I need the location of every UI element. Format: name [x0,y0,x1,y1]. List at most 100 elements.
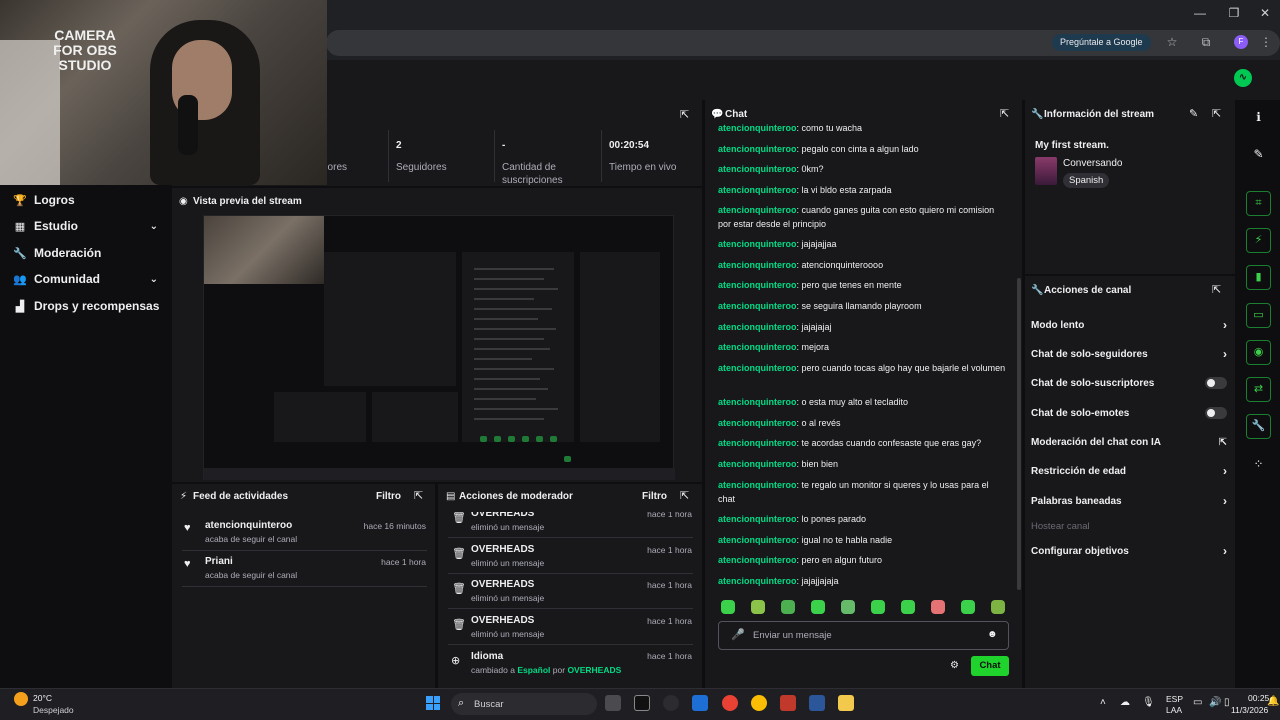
emote-icon[interactable] [841,600,855,614]
menu-kebab-icon[interactable]: ⋮ [1258,34,1274,50]
emote-icon[interactable] [991,600,1005,614]
chat-username[interactable]: atencionquinteroo [718,342,797,352]
mod-action-user[interactable]: OVERHEADS [471,544,534,555]
chat-username[interactable]: atencionquinteroo [718,535,797,545]
chat-message[interactable]: atencionquinteroo: pero que tenes en men… [718,278,1008,292]
mod-popout-icon[interactable]: ⇱ [680,489,689,502]
external-link-icon[interactable]: ⇱ [1219,437,1227,448]
chat-username[interactable]: atencionquinteroo [718,301,797,311]
activity-filter-button[interactable]: Filtro [376,491,401,502]
chat-username[interactable]: atencionquinteroo [718,123,797,133]
mod-filter-button[interactable]: Filtro [642,491,667,502]
chat-username[interactable]: atencionquinteroo [718,363,797,373]
volume-icon[interactable]: 🔊 [1209,697,1221,708]
channel-action-chat-de-solo-seguidores[interactable]: Chat de solo-seguidores › [1031,347,1227,361]
channel-action-chat-de-solo-emotes[interactable]: Chat de solo-emotes [1031,407,1227,419]
chat-username[interactable]: atencionquinteroo [718,280,797,290]
chat-settings-icon[interactable]: ⚙ [950,660,959,671]
chat-message[interactable]: atencionquinteroo: jajajjajaja [718,574,1008,588]
emote-icon[interactable] [781,600,795,614]
chat-username[interactable]: atencionquinteroo [718,185,797,195]
chat-message[interactable]: atencionquinteroo: jajajajaj [718,320,1008,334]
chat-message[interactable]: atencionquinteroo: bien bien [718,457,1008,471]
stream-preview-video[interactable] [203,215,675,480]
stream-category[interactable]: Conversando [1063,158,1122,169]
mod-action-user[interactable]: OVERHEADS [471,579,534,590]
add-action-icon[interactable]: ⁘ [1246,452,1271,477]
sidebar-item-drops-y-recompensas[interactable]: ▟ Drops y recompensas [12,295,162,317]
channel-action-palabras-baneadas[interactable]: Palabras baneadas › [1031,494,1227,508]
activity-user[interactable]: Priani [205,556,233,567]
raid-icon[interactable]: ⇄ [1246,377,1271,402]
chat-message[interactable]: atencionquinteroo: como tu wacha [718,121,1008,135]
chat-username[interactable]: atencionquinteroo [718,459,797,469]
chat-username[interactable]: atencionquinteroo [718,322,797,332]
emote-icon[interactable] [961,600,975,614]
chevron-right-icon[interactable]: › [1223,347,1227,361]
mod-wrench-icon[interactable]: 🔧 [1246,414,1271,439]
lang-top[interactable]: ESP [1166,694,1183,704]
chat-message[interactable]: atencionquinteroo: se seguira llamando p… [718,299,1008,313]
chat-message[interactable]: atencionquinteroo: pero cuando tocas alg… [718,361,1008,375]
onedrive-icon[interactable]: ☁ [1120,697,1130,708]
channel-action-moderaci-n-del-chat-con-ia[interactable]: Moderación del chat con IA ⇱ [1031,437,1227,448]
minimize-icon[interactable]: — [1185,6,1215,20]
tray-chevron-icon[interactable]: ˄ [1100,697,1106,708]
channel-action-configurar-objetivos[interactable]: Configurar objetivos › [1031,544,1227,558]
maximize-icon[interactable]: ❐ [1219,6,1249,20]
chat-message[interactable]: atencionquinteroo: o al revés [718,416,1008,430]
channel-actions-popout-icon[interactable]: ⇱ [1212,283,1221,296]
ad-lightning-icon[interactable]: ⚡ [1246,228,1271,253]
chevron-right-icon[interactable]: › [1223,464,1227,478]
stream-info-popout-icon[interactable]: ⇱ [1212,107,1221,120]
chat-username[interactable]: atencionquinteroo [718,418,797,428]
chat-username[interactable]: atencionquinteroo [718,480,797,490]
chat-rail-icon[interactable]: ▭ [1246,303,1271,328]
category-thumbnail[interactable] [1035,157,1057,185]
chat-username[interactable]: atencionquinteroo [718,555,797,565]
profile-avatar[interactable]: F [1234,35,1248,49]
emote-icon[interactable] [721,600,735,614]
chat-message[interactable]: atencionquinteroo: igual no te habla nad… [718,533,1008,547]
live-activity-icon[interactable]: ∿ [1234,69,1252,87]
word-icon[interactable] [809,695,825,711]
emote-icon[interactable] [811,600,825,614]
weather-sun-icon[interactable] [14,692,28,706]
broadcast-icon[interactable]: ◉ [1246,340,1271,365]
chat-username[interactable]: atencionquinteroo [718,144,797,154]
chrome-icon[interactable] [722,695,738,711]
chat-message[interactable]: atencionquinteroo: pegalo con cinta a al… [718,142,1008,156]
stream-tag[interactable]: Spanish [1063,173,1110,188]
mod-action-user[interactable]: OVERHEADS [471,615,534,626]
chat-scrollbar[interactable] [1017,278,1021,590]
chat-username[interactable]: atencionquinteroo [718,397,797,407]
activity-user[interactable]: atencionquinteroo [205,520,292,531]
chat-message[interactable]: atencionquinteroo: atencionquinteroooo [718,258,1008,272]
channel-action-restricci-n-de-edad[interactable]: Restricción de edad › [1031,464,1227,478]
marker-icon[interactable]: ▮ [1246,265,1271,290]
sidebar-item-logros[interactable]: 🏆 Logros [12,189,162,211]
channel-action-modo-lento[interactable]: Modo lento › [1031,318,1227,332]
app-icon[interactable] [780,695,796,711]
clip-icon[interactable]: ⌗ [1246,191,1271,216]
info-icon[interactable]: ℹ [1246,105,1271,130]
windows-start-icon[interactable] [426,696,440,710]
toggle-switch[interactable] [1205,407,1227,419]
stats-popout-icon[interactable]: ⇱ [680,108,689,121]
chrome-profile-icon[interactable] [751,695,767,711]
chat-message[interactable]: atencionquinteroo: la vi bldo esta zarpa… [718,183,1008,197]
battery-icon[interactable]: ▯ [1224,697,1230,708]
ndi-app-icon[interactable] [634,695,650,711]
activity-popout-icon[interactable]: ⇱ [414,489,423,502]
chat-username[interactable]: atencionquinteroo [718,576,797,586]
emote-icon[interactable] [751,600,765,614]
lang-bottom[interactable]: LAA [1166,705,1182,715]
chat-message[interactable]: atencionquinteroo: 0km? [718,162,1008,176]
taskbar-search[interactable] [451,693,597,715]
chat-username[interactable]: atencionquinteroo [718,205,797,215]
ask-google-button[interactable]: Pregúntale a Google [1052,34,1151,51]
obs-icon[interactable] [663,695,679,711]
extensions-icon[interactable]: ⧉ [1198,34,1214,50]
chat-username[interactable]: atencionquinteroo [718,514,797,524]
chat-message[interactable]: atencionquinteroo: te acordas cuando con… [718,436,1008,450]
